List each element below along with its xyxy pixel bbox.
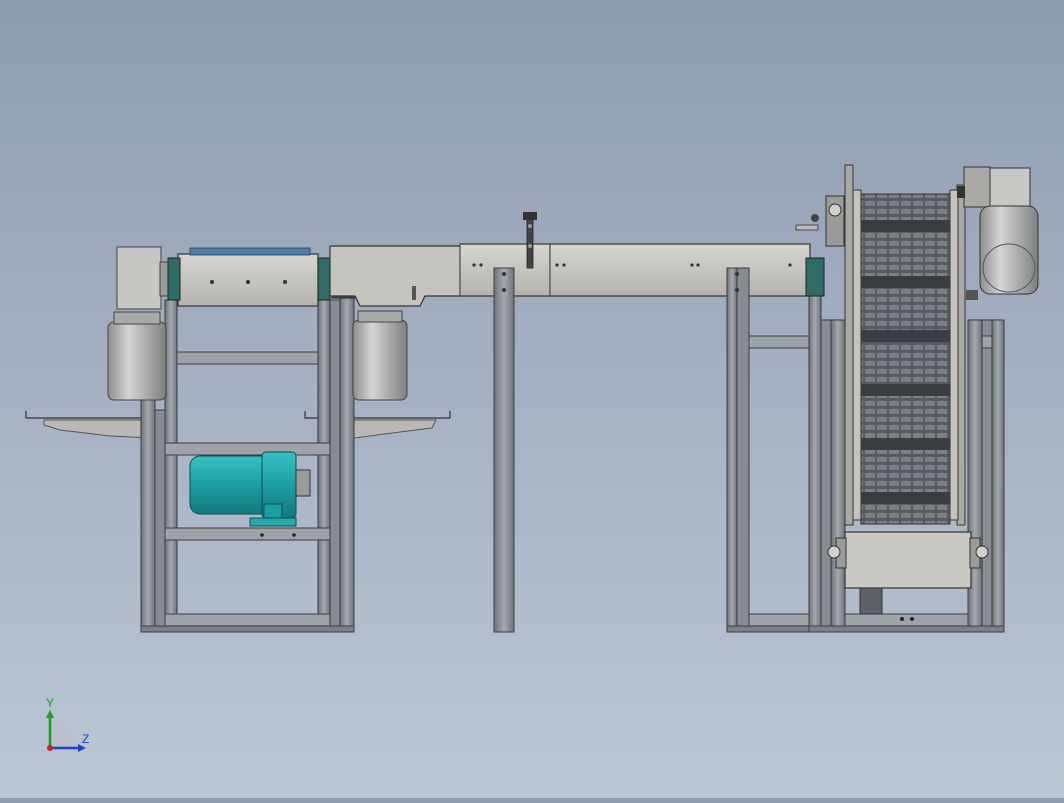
axis-labels: Y Z	[30, 696, 110, 766]
cad-viewport[interactable]: Y Z	[0, 0, 1064, 798]
axis-z-label: Z	[82, 732, 90, 746]
middle-support-legs	[493, 267, 812, 633]
axis-y-label: Y	[46, 696, 55, 710]
conveyor-assembly-drawing	[25, 164, 1039, 752]
right-incline-conveyor	[795, 164, 1039, 633]
